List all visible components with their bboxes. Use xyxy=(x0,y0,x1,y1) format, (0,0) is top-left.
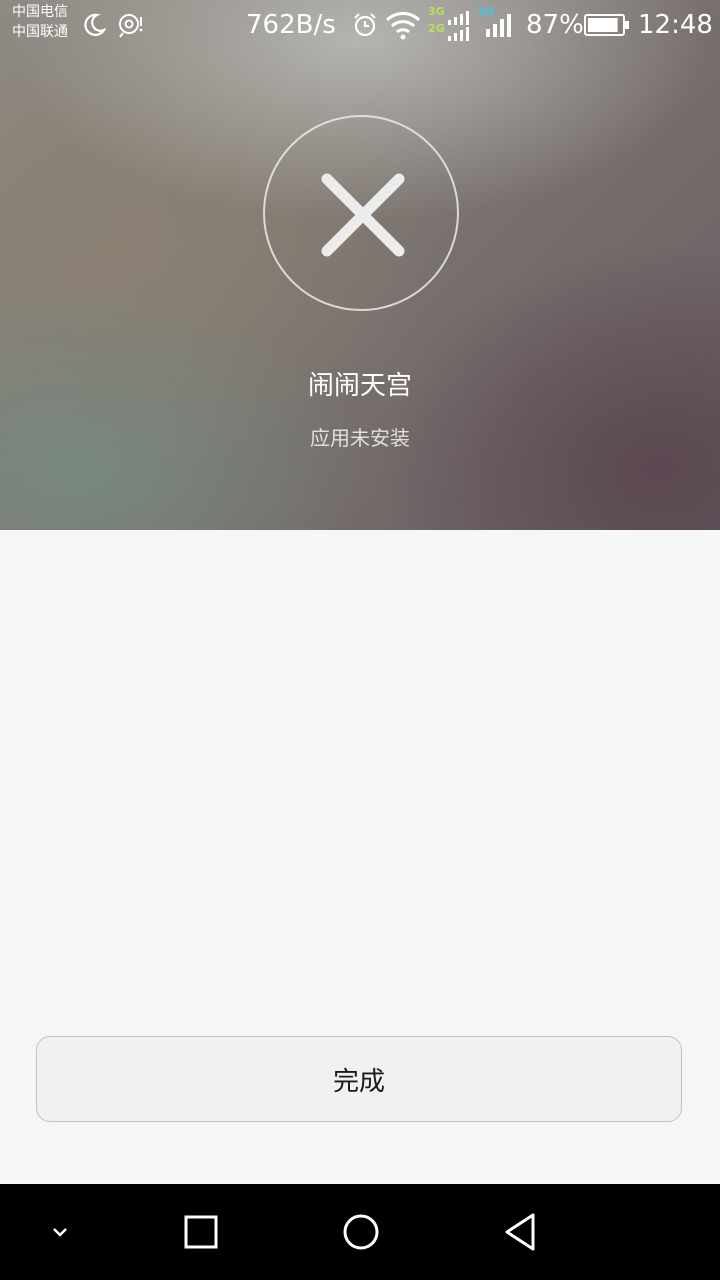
network-type-2g: 2G xyxy=(428,22,445,35)
wifi-icon xyxy=(385,10,421,44)
nav-home-button[interactable] xyxy=(313,1184,409,1280)
close-icon xyxy=(321,173,405,257)
home-icon xyxy=(343,1214,379,1250)
clock: 12:48 xyxy=(638,10,713,40)
carrier-2: 中国联通 xyxy=(12,24,68,40)
battery-icon xyxy=(584,13,630,41)
nav-back-button[interactable] xyxy=(473,1184,569,1280)
hotspot-icon xyxy=(117,12,145,42)
alarm-icon xyxy=(352,12,378,42)
signal-icon xyxy=(484,12,516,44)
network-type-3g: 3G xyxy=(428,5,445,18)
battery-percent: 87% xyxy=(526,10,584,40)
back-icon xyxy=(505,1213,535,1251)
signal-icon xyxy=(446,10,470,46)
net-speed: 762B/s xyxy=(246,10,336,40)
moon-icon xyxy=(82,12,107,42)
chevron-down-icon xyxy=(53,1228,67,1237)
install-status: 应用未安装 xyxy=(310,426,410,450)
navigation-bar xyxy=(0,1184,720,1280)
status-bar: 中国电信 中国联通 762B/s 3G 2G 2G 87% 12:48 xyxy=(0,0,720,52)
carrier-1: 中国电信 xyxy=(12,4,68,20)
done-button[interactable]: 完成 xyxy=(36,1036,682,1122)
app-name: 闹闹天宫 xyxy=(307,371,412,401)
install-failed-icon xyxy=(263,115,459,311)
result-header: 中国电信 中国联通 762B/s 3G 2G 2G 87% 12:48 闹闹天宫… xyxy=(0,0,720,530)
nav-recents-button[interactable] xyxy=(153,1184,249,1280)
carrier-labels: 中国电信 中国联通 xyxy=(12,2,68,42)
recents-icon xyxy=(184,1215,218,1249)
nav-hide-button[interactable] xyxy=(12,1184,108,1280)
